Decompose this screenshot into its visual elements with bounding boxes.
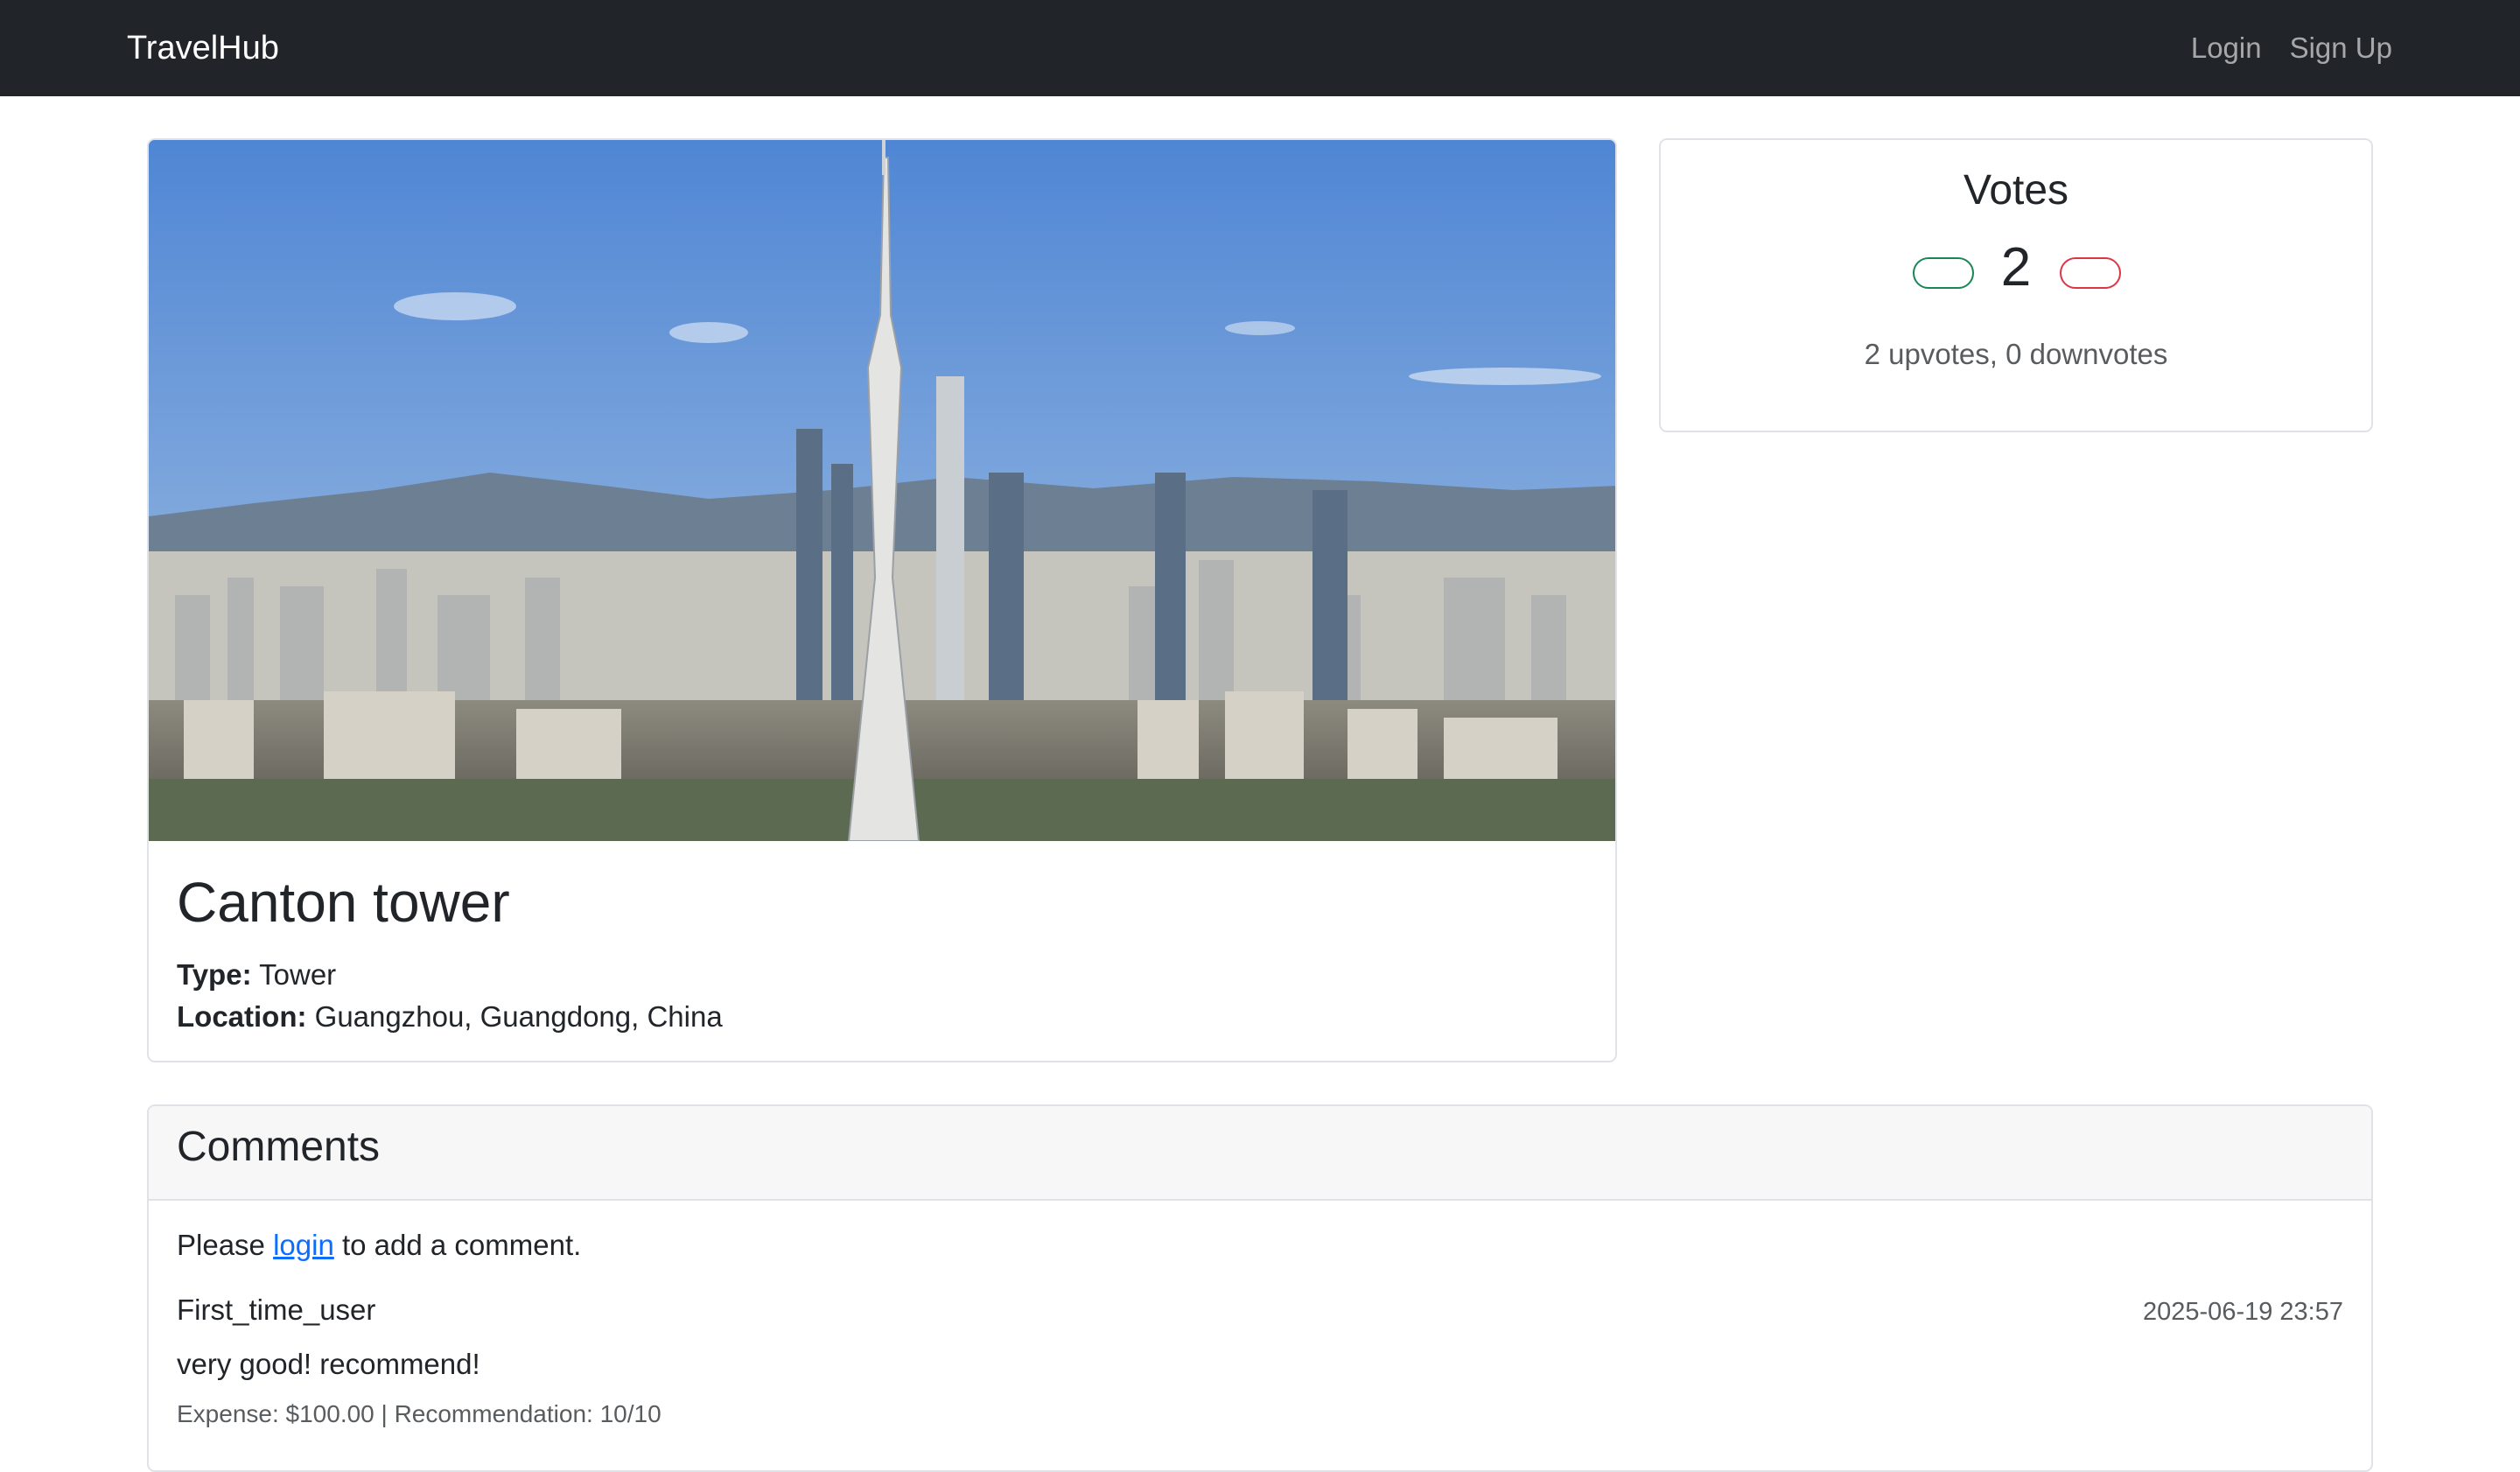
signup-link[interactable]: Sign Up (2290, 32, 2392, 65)
type-value: Tower (259, 957, 337, 991)
place-type: Type: Tower (177, 954, 1587, 996)
comment-text: very good! recommend! (177, 1348, 480, 1380)
comment-login-link[interactable]: login (273, 1229, 334, 1261)
prompt-text-after: to add a comment. (333, 1229, 582, 1261)
comments-header: Comments (149, 1106, 2371, 1201)
comments-body: Please login to add a comment. First_tim… (177, 1229, 2343, 1428)
brand-link[interactable]: TravelHub (127, 30, 279, 67)
top-navbar: TravelHub Login Sign Up (0, 0, 2520, 96)
comment-header: First_time_user 2025-06-19 23:57 (177, 1293, 2343, 1327)
vote-score: 2 (2000, 237, 2032, 298)
type-label: Type: (177, 957, 252, 991)
prompt-text-before: Please (177, 1229, 274, 1261)
place-info: Canton tower Type: Tower Location: Guang… (177, 869, 1587, 1038)
place-location: Location: Guangzhou, Guangdong, China (177, 996, 1587, 1038)
place-card: Canton tower Type: Tower Location: Guang… (147, 138, 1617, 1062)
comment-author: First_time_user (177, 1293, 376, 1326)
nav-links: Login Sign Up (2191, 32, 2392, 65)
comments-title: Comments (177, 1124, 381, 1170)
location-value: Guangzhou, Guangdong, China (314, 999, 723, 1033)
login-prompt: Please login to add a comment. (177, 1229, 2343, 1262)
login-link[interactable]: Login (2191, 32, 2262, 65)
comment-item: First_time_user 2025-06-19 23:57 very go… (177, 1293, 2343, 1428)
vote-summary: 2 upvotes, 0 downvotes (1864, 338, 2168, 370)
location-label: Location: (177, 999, 307, 1033)
place-photo (149, 140, 1615, 841)
comment-meta: Expense: $100.00 | Recommendation: 10/10 (177, 1400, 662, 1427)
place-title: Canton tower (177, 871, 510, 934)
comment-timestamp: 2025-06-19 23:57 (2143, 1298, 2343, 1326)
downvote-button[interactable] (2060, 257, 2121, 289)
votes-card: Votes 2 2 upvotes, 0 downvotes (1659, 138, 2373, 432)
votes-title: Votes (1963, 167, 2069, 214)
comments-card: Comments Please login to add a comment. … (147, 1104, 2373, 1472)
